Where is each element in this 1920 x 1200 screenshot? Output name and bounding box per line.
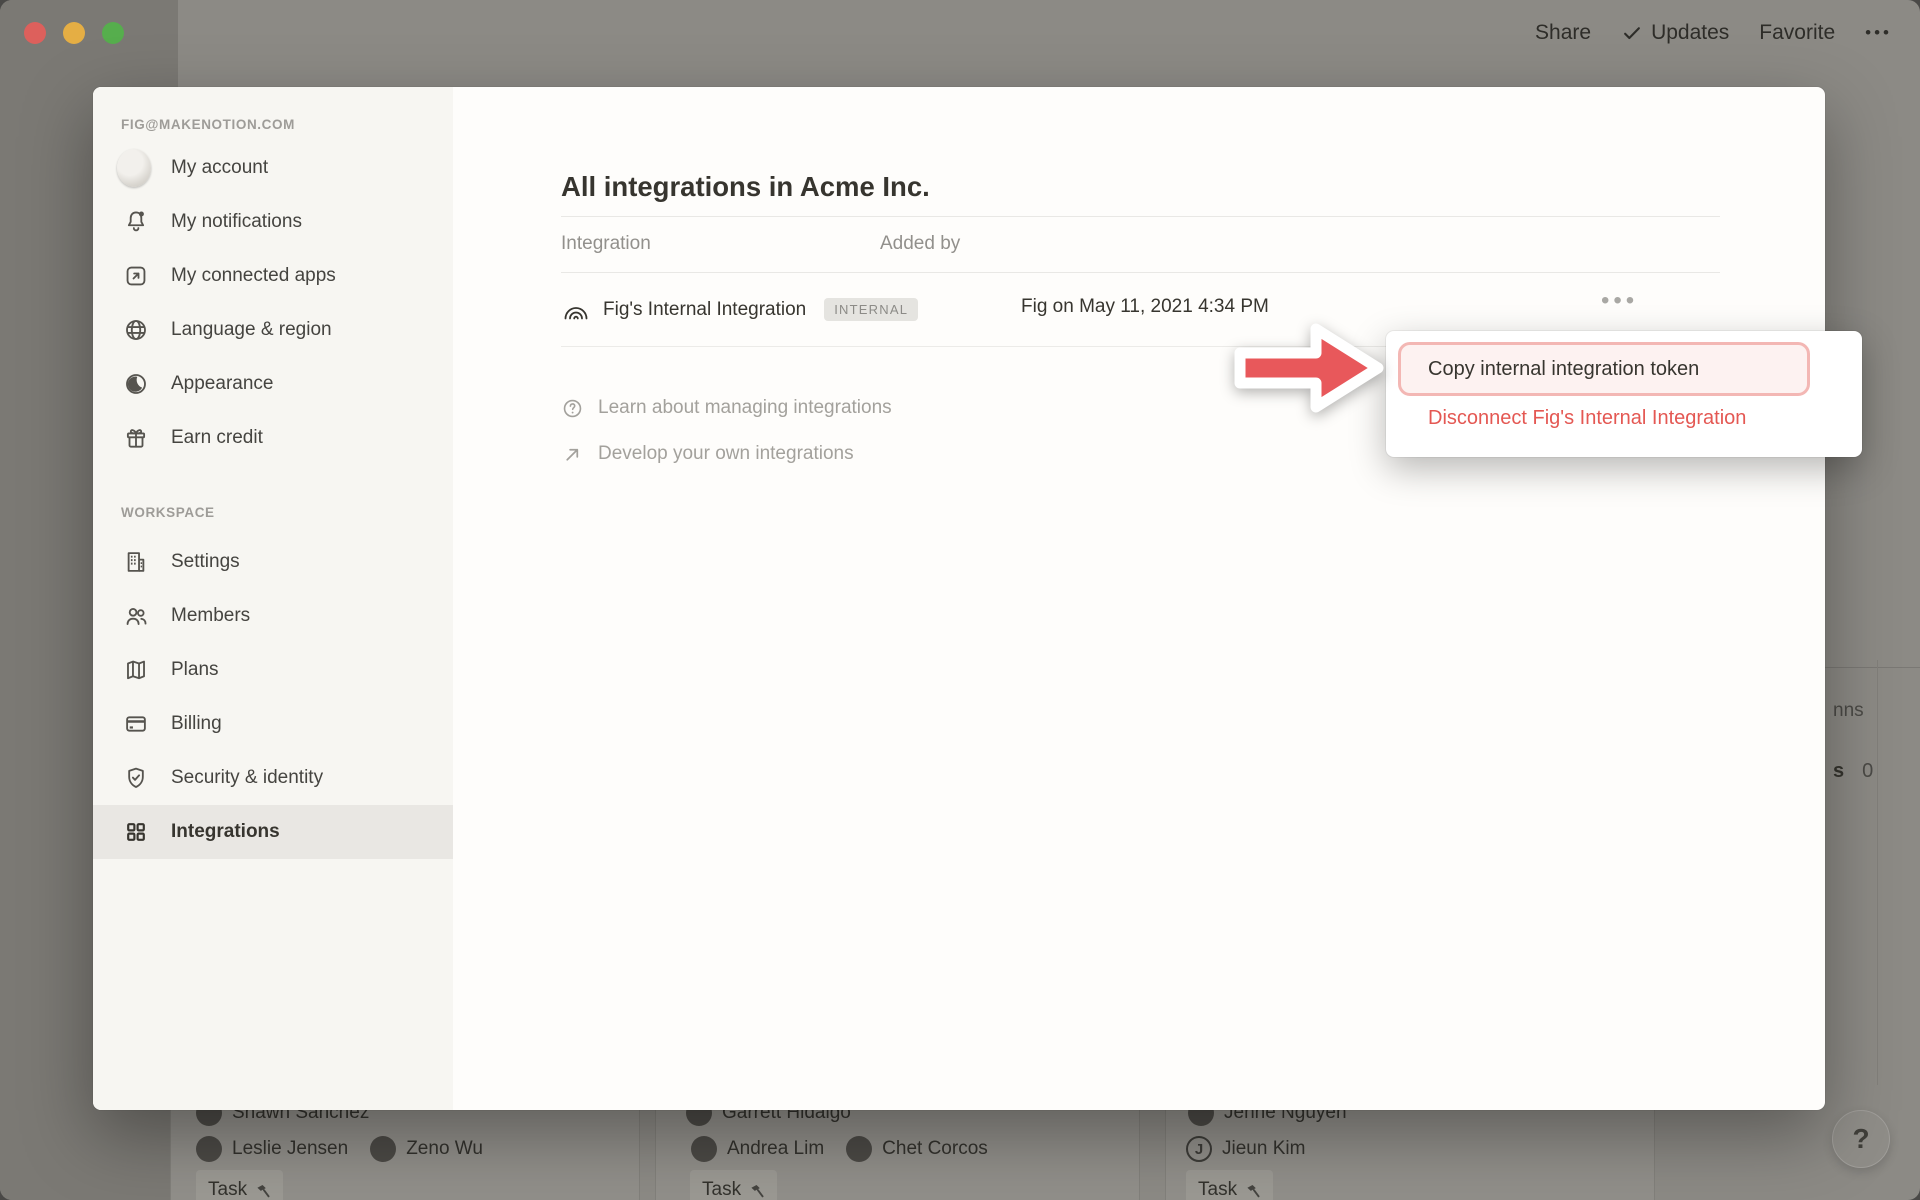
sidebar-item-appearance[interactable]: Appearance [93, 357, 453, 411]
sidebar-item-settings[interactable]: Settings [93, 535, 453, 589]
board-card-members: JJieun Kim [1186, 1136, 1305, 1162]
avatar [846, 1136, 872, 1162]
arrow-up-right-box-icon [121, 261, 151, 291]
screen: Share Updates Favorite ••• Shawn Sanchez… [0, 0, 1920, 1200]
sidebar-item-my-connected-apps[interactable]: My connected apps [93, 249, 453, 303]
credit-card-icon [121, 709, 151, 739]
building-icon [121, 547, 151, 577]
favorite-button[interactable]: Favorite [1759, 21, 1835, 45]
sidebar-item-language-region[interactable]: Language & region [93, 303, 453, 357]
divider [1877, 660, 1878, 1085]
task-chip: Task [196, 1170, 283, 1200]
letter-avatar: J [1186, 1136, 1212, 1162]
grid-icon [121, 817, 151, 847]
settings-dialog: FIG@MAKENOTION.COM My account My notific… [93, 87, 1825, 1110]
divider [1825, 667, 1920, 668]
minimize-window-button[interactable] [63, 22, 85, 44]
zoom-window-button[interactable] [102, 22, 124, 44]
window-topbar: Share Updates Favorite ••• [0, 0, 1920, 66]
updates-button[interactable]: Updates [1621, 21, 1729, 45]
account-avatar [121, 153, 151, 183]
map-icon [121, 655, 151, 685]
more-menu-button[interactable]: ••• [1865, 23, 1892, 43]
row-more-button[interactable]: ••• [1601, 287, 1638, 315]
sidebar-item-integrations[interactable]: Integrations [93, 805, 453, 859]
integrations-panel: All integrations in Acme Inc. Integratio… [453, 87, 1825, 1110]
avatar [370, 1136, 396, 1162]
page-title: All integrations in Acme Inc. [561, 171, 930, 203]
account-email-label: FIG@MAKENOTION.COM [121, 117, 295, 132]
context-menu: Copy internal integration token Disconne… [1386, 331, 1862, 457]
sidebar-item-earn-credit[interactable]: Earn credit [93, 411, 453, 465]
clipped-text: s 0 [1833, 760, 1873, 783]
help-button[interactable]: ? [1832, 1110, 1890, 1168]
added-by-value: Fig on May 11, 2021 4:34 PM [1021, 296, 1269, 318]
bell-icon [121, 207, 151, 237]
globe-icon [121, 315, 151, 345]
board-card-members: Andrea Lim Chet Corcos [691, 1136, 988, 1162]
workspace-section-label: WORKSPACE [121, 505, 215, 520]
settings-sidebar: FIG@MAKENOTION.COM My account My notific… [93, 87, 453, 1110]
close-window-button[interactable] [24, 22, 46, 44]
copy-token-menu-item[interactable]: Copy internal integration token [1428, 358, 1699, 381]
internal-badge: INTERNAL [824, 298, 918, 321]
sidebar-item-members[interactable]: Members [93, 589, 453, 643]
avatar [691, 1136, 717, 1162]
sidebar-item-my-account[interactable]: My account [93, 141, 453, 195]
check-icon [1621, 22, 1643, 44]
traffic-lights [24, 22, 124, 44]
hammer-icon [1244, 1182, 1261, 1199]
integration-name: Fig's Internal Integration [603, 299, 806, 321]
column-header-added-by: Added by [880, 233, 960, 255]
arrow-up-right-icon [561, 443, 584, 466]
shield-check-icon [121, 763, 151, 793]
members-icon [121, 601, 151, 631]
gift-icon [121, 423, 151, 453]
hammer-icon [748, 1182, 765, 1199]
help-circle-icon [561, 397, 584, 420]
task-chip: Task [1186, 1170, 1273, 1200]
red-arrow-annotation [1232, 316, 1384, 420]
integrations-table: Integration Added by Fig's Internal Inte… [561, 216, 1720, 347]
avatar [196, 1136, 222, 1162]
sidebar-item-plans[interactable]: Plans [93, 643, 453, 697]
moon-icon [121, 369, 151, 399]
disconnect-menu-item[interactable]: Disconnect Fig's Internal Integration [1428, 407, 1746, 430]
hammer-icon [254, 1182, 271, 1199]
table-header: Integration Added by [561, 216, 1720, 273]
column-header-integration: Integration [561, 233, 651, 255]
develop-integrations-link[interactable]: Develop your own integrations [561, 435, 892, 473]
learn-integrations-link[interactable]: Learn about managing integrations [561, 389, 892, 427]
sidebar-item-billing[interactable]: Billing [93, 697, 453, 751]
clipped-text: nns [1833, 700, 1864, 722]
integration-logo [561, 295, 591, 325]
board-card-members: Leslie Jensen Zeno Wu [196, 1136, 483, 1162]
share-button[interactable]: Share [1535, 21, 1591, 45]
sidebar-item-my-notifications[interactable]: My notifications [93, 195, 453, 249]
task-chip: Task [690, 1170, 777, 1200]
sidebar-item-security-identity[interactable]: Security & identity [93, 751, 453, 805]
copy-token-highlight: Copy internal integration token [1398, 342, 1810, 396]
